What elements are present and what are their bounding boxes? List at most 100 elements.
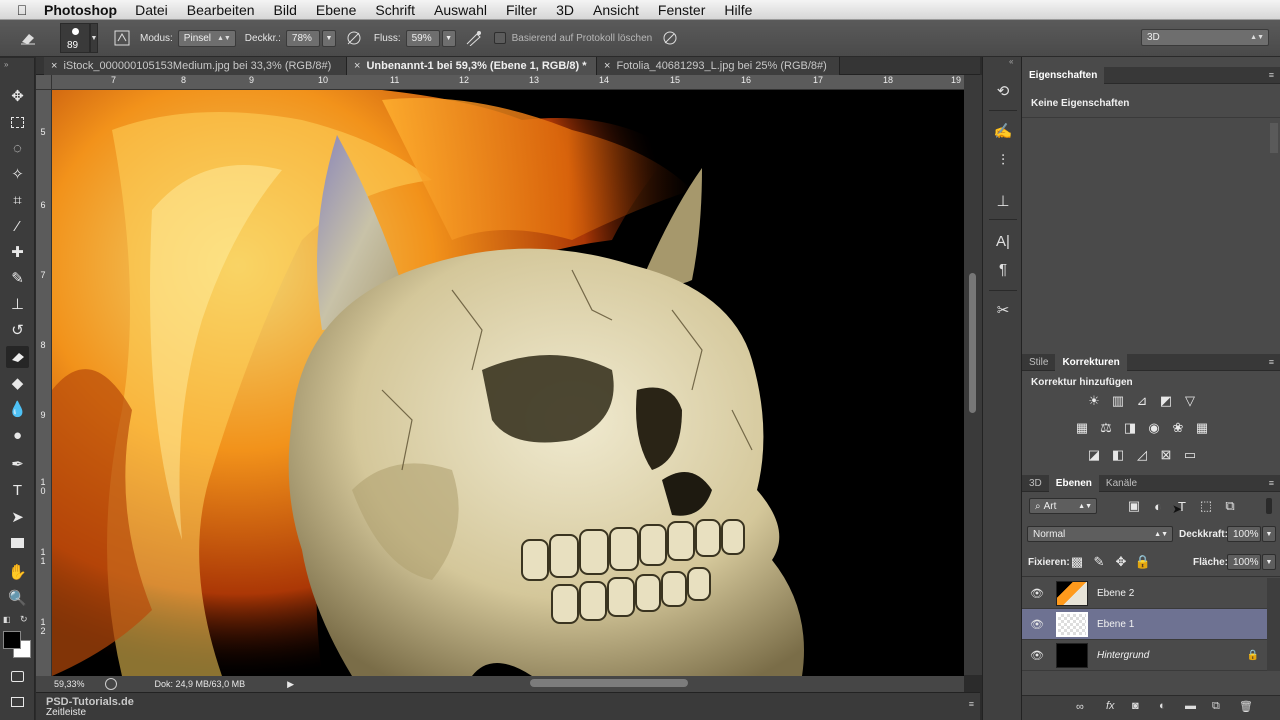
fill-slider-button[interactable]: ▼ <box>1262 554 1276 570</box>
new-group-icon[interactable]: ▬ <box>1185 700 1196 712</box>
link-layers-icon[interactable]: ∞ <box>1076 701 1084 713</box>
layer-name[interactable]: Hintergrund <box>1097 650 1149 661</box>
tab-kanaele[interactable]: Kanäle <box>1099 475 1144 492</box>
fill-input[interactable]: 100% <box>1227 554 1261 570</box>
blur-tool-icon[interactable]: 💧 <box>6 398 29 420</box>
threshold-icon[interactable]: ◿ <box>1133 447 1151 462</box>
magic-wand-tool-icon[interactable]: ✧ <box>6 163 29 185</box>
layer-name[interactable]: Ebene 1 <box>1097 619 1134 630</box>
timeline-tab[interactable]: Zeitleiste <box>46 707 86 718</box>
tool-presets-icon[interactable]: ✂ <box>991 299 1015 321</box>
airbrush-icon[interactable] <box>464 28 484 48</box>
layer-effects-icon[interactable]: fx <box>1106 700 1115 712</box>
vertical-scrollbar[interactable] <box>964 75 982 675</box>
hand-tool-icon[interactable]: ✋ <box>6 561 29 583</box>
color-balance-icon[interactable]: ⚖ <box>1097 420 1115 435</box>
filter-toggle-switch[interactable] <box>1266 498 1272 514</box>
horizontal-ruler[interactable]: 7 8 9 10 11 12 13 14 15 16 17 18 19 <box>52 75 964 90</box>
tab-stile[interactable]: Stile <box>1022 354 1055 371</box>
panel-menu-icon[interactable]: ≡ <box>1269 478 1274 488</box>
timeline-menu-icon[interactable]: ≡ <box>969 699 974 709</box>
healing-brush-tool-icon[interactable]: ✚ <box>6 241 29 263</box>
menu-datei[interactable]: Datei <box>135 2 168 18</box>
tab-ebenen[interactable]: Ebenen <box>1048 474 1099 492</box>
eraser-tool-preset-icon[interactable] <box>18 28 38 48</box>
close-tab-icon[interactable]: × <box>354 60 360 72</box>
clone-stamp-tool-icon[interactable]: ⊥ <box>6 293 29 315</box>
filter-shape-icon[interactable]: ⬚ <box>1197 498 1215 513</box>
menu-filter[interactable]: Filter <box>506 2 537 18</box>
brush-presets-icon[interactable]: ✍ <box>991 120 1015 142</box>
opacity-input[interactable]: 78% <box>285 29 320 47</box>
flow-input[interactable]: 59% <box>405 29 440 47</box>
document-canvas[interactable] <box>52 90 964 676</box>
lock-transparency-icon[interactable]: ▩ <box>1068 554 1086 569</box>
delete-layer-icon[interactable]: 🗑 <box>1239 700 1253 713</box>
workspace-dropdown[interactable]: 3D ▲▼ <box>1141 29 1269 46</box>
menu-3d[interactable]: 3D <box>556 2 574 18</box>
levels-icon[interactable]: ▥ <box>1109 393 1127 408</box>
eraser-tool-icon[interactable] <box>6 346 29 368</box>
ruler-corner[interactable] <box>36 75 52 90</box>
tab-3d[interactable]: 3D <box>1022 475 1049 492</box>
tab-istock[interactable]: × iStock_000000105153Medium.jpg bei 33,3%… <box>44 57 347 75</box>
pressure-opacity-icon[interactable] <box>344 28 364 48</box>
menu-schrift[interactable]: Schrift <box>375 2 415 18</box>
visibility-eye-icon[interactable]: 👁 <box>1022 618 1052 631</box>
layer-row-ebene-2[interactable]: 👁 Ebene 2 <box>1022 578 1267 609</box>
layer-opacity-input[interactable]: 100% <box>1227 526 1261 542</box>
move-tool-icon[interactable]: ✥ <box>6 85 29 107</box>
black-white-icon[interactable]: ◨ <box>1121 420 1139 435</box>
brush-picker-arrow[interactable]: ▼ <box>90 23 98 53</box>
menu-ebene[interactable]: Ebene <box>316 2 356 18</box>
marquee-tool-icon[interactable] <box>6 111 29 133</box>
vibrance-icon[interactable]: ▽ <box>1181 393 1199 408</box>
visibility-eye-icon[interactable]: 👁 <box>1022 649 1052 662</box>
hue-saturation-icon[interactable]: ▦ <box>1073 420 1091 435</box>
lock-position-icon[interactable]: ✥ <box>1112 554 1130 569</box>
menu-ansicht[interactable]: Ansicht <box>593 2 639 18</box>
tab-korrekturen[interactable]: Korrekturen <box>1055 353 1127 371</box>
character-panel-icon[interactable]: A| <box>991 230 1015 252</box>
lock-all-icon[interactable]: 🔒 <box>1134 554 1152 569</box>
menu-fenster[interactable]: Fenster <box>658 2 705 18</box>
layer-name[interactable]: Ebene 2 <box>1097 588 1134 599</box>
pressure-size-icon[interactable] <box>660 28 680 48</box>
color-lookup-icon[interactable]: ▦ <box>1193 420 1211 435</box>
dock-collapse-icon[interactable]: « <box>1009 57 1013 66</box>
brightness-contrast-icon[interactable]: ☀ <box>1085 393 1103 408</box>
posterize-icon[interactable]: ◧ <box>1109 447 1127 462</box>
lasso-tool-icon[interactable]: ◌ <box>6 137 29 159</box>
tab-unbenannt[interactable]: × Unbenannt-1 bei 59,3% (Ebene 1, RGB/8) … <box>347 57 597 75</box>
flow-slider-button[interactable]: ▼ <box>441 29 456 47</box>
layer-opacity-slider-button[interactable]: ▼ <box>1262 526 1276 542</box>
paragraph-panel-icon[interactable]: ¶ <box>991 258 1015 280</box>
status-menu-arrow-icon[interactable]: ▶ <box>287 679 294 690</box>
panel-menu-icon[interactable]: ≡ <box>1269 70 1274 80</box>
quick-mask-icon[interactable] <box>6 665 29 687</box>
tab-fotolia[interactable]: × Fotolia_40681293_L.jpg bei 25% (RGB/8#) <box>597 57 840 75</box>
horizontal-scroll-thumb[interactable] <box>530 679 688 687</box>
brush-panel-icon[interactable]: ⫶ <box>991 149 1015 171</box>
exposure-icon[interactable]: ◩ <box>1157 393 1175 408</box>
close-tab-icon[interactable]: × <box>604 60 610 72</box>
properties-scrollbar[interactable] <box>1270 123 1278 153</box>
zoom-tool-icon[interactable]: 🔍 <box>6 587 29 609</box>
close-tab-icon[interactable]: × <box>51 60 57 72</box>
pen-tool-icon[interactable]: ✒ <box>6 453 29 475</box>
brush-preset-picker[interactable]: 89 <box>60 23 90 53</box>
app-menu[interactable]: Photoshop <box>44 2 117 18</box>
lock-pixels-icon[interactable]: ✎ <box>1090 554 1108 569</box>
screen-mode-icon[interactable] <box>6 691 29 713</box>
filter-adjustment-icon[interactable]: ◐ <box>1149 499 1167 514</box>
brush-tool-icon[interactable]: ✎ <box>6 267 29 289</box>
panel-menu-icon[interactable]: ≡ <box>1269 357 1274 367</box>
mode-dropdown[interactable]: Pinsel ▲▼ <box>177 29 236 47</box>
curves-icon[interactable]: ⊿ <box>1133 393 1151 408</box>
layer-filter-dropdown[interactable]: ⌕ Art ▲▼ <box>1029 498 1097 514</box>
filter-smart-object-icon[interactable]: ⧉ <box>1221 498 1239 513</box>
channel-mixer-icon[interactable]: ❀ <box>1169 420 1187 435</box>
swap-colors-icon[interactable]: ↻ <box>20 614 28 625</box>
layer-row-ebene-1[interactable]: 👁 Ebene 1 <box>1022 609 1267 640</box>
toolbar-collapse-icon[interactable]: » <box>4 60 8 69</box>
